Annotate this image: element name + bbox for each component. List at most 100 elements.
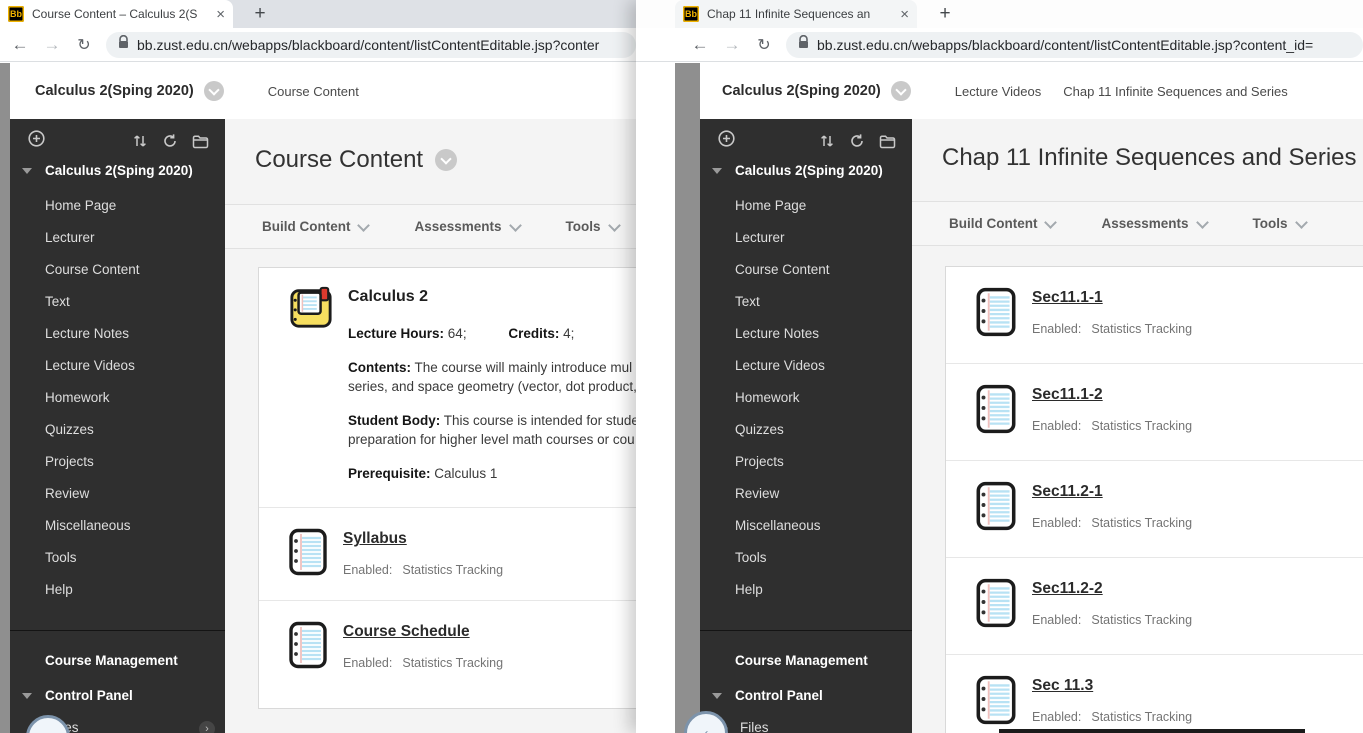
breadcrumb-course[interactable]: Calculus 2(Sping 2020) xyxy=(35,83,194,99)
folder-view-icon[interactable] xyxy=(192,134,209,149)
title-menu-chevron-icon[interactable] xyxy=(435,149,458,171)
sidebar-divider xyxy=(10,630,225,631)
forward-icon[interactable]: → xyxy=(36,35,68,55)
sidebar-item-help[interactable]: Help xyxy=(10,574,225,606)
folder-view-icon[interactable] xyxy=(879,134,896,149)
sidebar-course-header[interactable]: Calculus 2(Sping 2020) xyxy=(10,163,225,178)
page-area: Calculus 2(Sping 2020) Course Content Ca… xyxy=(0,63,636,733)
item-title-link[interactable]: Sec11.1-1 xyxy=(1032,289,1103,307)
collapse-triangle-icon xyxy=(22,167,32,174)
add-content-icon[interactable] xyxy=(28,130,45,152)
course-menu-chevron-icon[interactable] xyxy=(203,81,224,101)
sidebar-item-tools[interactable]: Tools xyxy=(700,542,912,574)
sidebar-item-home-page[interactable]: Home Page xyxy=(700,190,912,222)
sidebar-item-review[interactable]: Review xyxy=(10,478,225,510)
reload-icon[interactable]: ↻ xyxy=(68,35,100,55)
collapse-triangle-icon xyxy=(712,167,722,174)
sidebar-item-home-page[interactable]: Home Page xyxy=(10,190,225,222)
sidebar-item-quizzes[interactable]: Quizzes xyxy=(10,414,225,446)
status-line: Enabled: Statistics Tracking xyxy=(1032,419,1193,433)
tab-close-icon[interactable]: × xyxy=(900,7,909,22)
control-panel-toggle[interactable]: Control Panel xyxy=(10,688,225,703)
content-item: Syllabus Enabled: Statistics Tracking xyxy=(259,508,636,601)
chevron-right-circle-icon[interactable]: › xyxy=(199,721,215,733)
sidebar-toolbar xyxy=(10,119,225,151)
collapse-triangle-icon xyxy=(712,692,722,699)
sidebar-item-lecture-notes[interactable]: Lecture Notes xyxy=(700,318,912,350)
status-line: Enabled: Statistics Tracking xyxy=(1032,710,1193,724)
sidebar-item-lecture-notes[interactable]: Lecture Notes xyxy=(10,318,225,350)
assessments-button[interactable]: Assessments xyxy=(414,218,522,234)
back-icon[interactable]: ← xyxy=(684,35,716,55)
status-line: Enabled: Statistics Tracking xyxy=(343,563,504,577)
sidebar-item-projects[interactable]: Projects xyxy=(10,446,225,478)
sidebar-course-header[interactable]: Calculus 2(Sping 2020) xyxy=(700,163,912,178)
browser-tab[interactable]: Bb Chap 11 Infinite Sequences an × xyxy=(675,0,917,28)
reorder-icon[interactable] xyxy=(132,133,148,149)
menu-collapse-strip[interactable] xyxy=(675,63,700,733)
collapse-triangle-icon xyxy=(22,692,32,699)
breadcrumb-course[interactable]: Calculus 2(Sping 2020) xyxy=(722,83,881,99)
sidebar-item-course-content[interactable]: Course Content xyxy=(700,254,912,286)
back-icon[interactable]: ← xyxy=(4,35,36,55)
assessments-button[interactable]: Assessments xyxy=(1101,215,1209,231)
page-title: Course Content xyxy=(225,119,636,175)
sidebar-item-tools[interactable]: Tools xyxy=(10,542,225,574)
sidebar-item-miscellaneous[interactable]: Miscellaneous xyxy=(10,510,225,542)
sidebar-item-lecturer[interactable]: Lecturer xyxy=(10,222,225,254)
forward-icon[interactable]: → xyxy=(716,35,748,55)
breadcrumb-item[interactable]: Lecture Videos xyxy=(955,84,1042,99)
sidebar-item-homework[interactable]: Homework xyxy=(700,382,912,414)
breadcrumb-item[interactable]: Chap 11 Infinite Sequences and Series xyxy=(1063,84,1288,99)
control-panel-toggle[interactable]: Control Panel xyxy=(700,688,912,703)
new-tab-button[interactable]: + xyxy=(245,0,275,28)
sidebar-item-text[interactable]: Text xyxy=(700,286,912,318)
notebook-document-icon xyxy=(289,621,327,674)
sidebar-item-projects[interactable]: Projects xyxy=(700,446,912,478)
tools-button[interactable]: Tools xyxy=(1253,215,1308,231)
new-tab-button[interactable]: + xyxy=(930,0,960,28)
item-title-link[interactable]: Sec11.2-2 xyxy=(1032,580,1103,598)
item-title-link[interactable]: Syllabus xyxy=(343,530,407,548)
course-student-body-line: Student Body: This course is intended fo… xyxy=(348,413,636,447)
item-title-link[interactable]: Course Schedule xyxy=(343,623,470,641)
sidebar-item-review[interactable]: Review xyxy=(700,478,912,510)
tab-title: Chap 11 Infinite Sequences an xyxy=(707,7,871,21)
item-title-link[interactable]: Sec11.1-2 xyxy=(1032,386,1103,404)
build-content-button[interactable]: Build Content xyxy=(262,218,371,234)
browser-tab[interactable]: Bb Course Content – Calculus 2(S × xyxy=(0,0,233,28)
chevron-down-icon xyxy=(607,218,621,232)
sidebar-item-lecturer[interactable]: Lecturer xyxy=(700,222,912,254)
sidebar-item-help[interactable]: Help xyxy=(700,574,912,606)
item-title-link[interactable]: Sec11.2-1 xyxy=(1032,483,1103,501)
window-bottom-edge xyxy=(999,729,1305,733)
add-content-icon[interactable] xyxy=(718,130,735,152)
address-bar[interactable]: bb.zust.edu.cn/webapps/blackboard/conten… xyxy=(106,31,636,58)
refresh-icon[interactable] xyxy=(162,133,178,149)
sidebar-item-text[interactable]: Text xyxy=(10,286,225,318)
sidebar-item-files[interactable]: Files xyxy=(700,720,912,733)
tab-close-icon[interactable]: × xyxy=(216,7,225,22)
sidebar-item-quizzes[interactable]: Quizzes xyxy=(700,414,912,446)
course-menu-chevron-icon[interactable] xyxy=(890,81,911,101)
sidebar-item-lecture-videos[interactable]: Lecture Videos xyxy=(700,350,912,382)
content-area: Course Content Build Content Assessments… xyxy=(225,119,636,733)
reload-icon[interactable]: ↻ xyxy=(748,35,780,55)
sidebar-item-homework[interactable]: Homework xyxy=(10,382,225,414)
reorder-icon[interactable] xyxy=(819,133,835,149)
sidebar-item-course-content[interactable]: Course Content xyxy=(10,254,225,286)
menu-collapse-strip[interactable] xyxy=(0,63,10,733)
sidebar-item-miscellaneous[interactable]: Miscellaneous xyxy=(700,510,912,542)
item-title-link[interactable]: Sec 11.3 xyxy=(1032,677,1093,695)
course-prerequisite-line: Prerequisite: Calculus 1 xyxy=(348,466,498,481)
breadcrumb-item[interactable]: Course Content xyxy=(268,84,359,99)
build-content-button[interactable]: Build Content xyxy=(949,215,1058,231)
sidebar-item-lecture-videos[interactable]: Lecture Videos xyxy=(10,350,225,382)
course-management-header: Course Management xyxy=(45,653,178,668)
tools-button[interactable]: Tools xyxy=(566,218,621,234)
lock-icon xyxy=(798,34,809,54)
address-bar[interactable]: bb.zust.edu.cn/webapps/blackboard/conten… xyxy=(786,31,1363,58)
refresh-icon[interactable] xyxy=(849,133,865,149)
browser-window-left: Bb Course Content – Calculus 2(S × + ← →… xyxy=(0,0,636,733)
menu-collapse-button[interactable]: ‹ xyxy=(26,715,70,733)
